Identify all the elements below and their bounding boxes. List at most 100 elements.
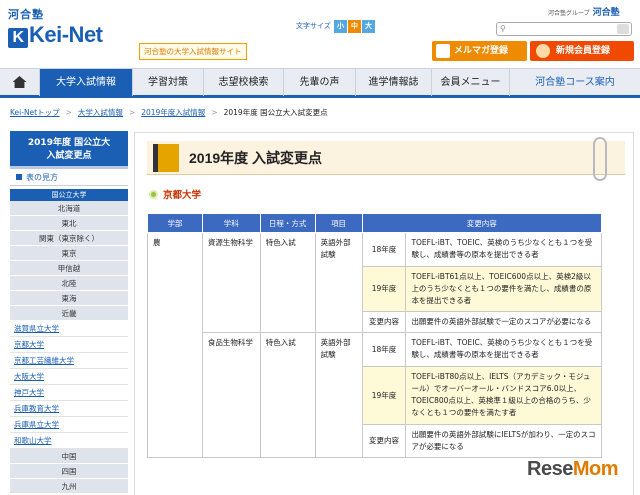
change-text-cell: TOEFL-iBT、TOEIC、英検のうち少なくとも１つを受験し、成績書等の原本…: [405, 232, 602, 267]
year-label-cell: 19年度: [361, 366, 407, 425]
change-text-cell: TOEFL-iBT、TOEIC、英検のうち少なくとも１つを受験し、成績書等の原本…: [405, 332, 602, 367]
year-label-cell: 18年度: [361, 232, 407, 267]
site-logo[interactable]: K Kei-Net: [8, 22, 103, 48]
nav-item-course-guide[interactable]: 河合塾コース案内: [510, 69, 640, 96]
nav-home[interactable]: [0, 69, 40, 96]
page-title: 2019年度 入試変更点: [189, 150, 323, 166]
watermark-part2: Mom: [572, 458, 619, 480]
year-label-cell: 変更内容: [361, 424, 407, 458]
sidebar-region[interactable]: 四国: [10, 464, 128, 479]
sidebar-region[interactable]: 東海: [10, 291, 128, 306]
item-cell: 英語外部試験: [314, 332, 363, 458]
nav-item-admissions[interactable]: 大学入試情報: [40, 69, 133, 96]
font-size-large-button[interactable]: 大: [362, 20, 376, 33]
sidebar-region[interactable]: 甲信越: [10, 261, 128, 276]
sidebar-university-link[interactable]: 京都大学: [10, 337, 128, 353]
notebook-icon: [153, 144, 179, 172]
sidebar-university-link[interactable]: 大阪大学: [10, 369, 128, 385]
search-button[interactable]: [617, 24, 629, 34]
faculty-cell: 農: [147, 232, 203, 458]
nav-item-school-search[interactable]: 志望校検索: [204, 69, 284, 96]
site-header: 河合塾 K Kei-Net 河合塾の大学入試情報サイト 文字サイズ 小中大 河合塾…: [0, 0, 640, 68]
change-text-cell: 出願要件の英語外部試験にIELTSが加わり、一定のスコアが必要になる: [405, 424, 602, 458]
sidebar-university-link[interactable]: 京都工芸繊維大学: [10, 353, 128, 369]
paperclip-icon: [593, 137, 607, 181]
breadcrumb-link-admissions[interactable]: 大学入試情報: [78, 108, 123, 117]
group-label: 河合塾グループ: [548, 10, 590, 17]
logo-mark-icon: K: [8, 28, 28, 48]
user-icon: [536, 44, 550, 58]
group-brand: 河合塾: [592, 8, 620, 18]
font-size-switcher: 文字サイズ 小中大: [296, 20, 376, 33]
font-size-small-button[interactable]: 小: [334, 20, 348, 33]
sidebar-region[interactable]: 九州: [10, 479, 128, 494]
breadcrumb-separator: >: [65, 108, 72, 117]
mail-button-label: メルマガ登録: [454, 46, 509, 56]
sidebar-region[interactable]: 東京: [10, 246, 128, 261]
sidebar-university-link[interactable]: 神戸大学: [10, 385, 128, 401]
watermark-part1: Rese: [527, 458, 573, 480]
breadcrumb-current: 2019年度 国公立大入試変更点: [223, 108, 328, 117]
sidebar-title-line1: 2019年度 国公立大: [27, 138, 111, 148]
sidebar-university-link[interactable]: 滋賀県立大学: [10, 321, 128, 337]
table-row: 農 資源生物科学 特色入試 英語外部試験 18年度 TOEFL-iBT、TOEI…: [147, 232, 602, 458]
change-text-cell: TOEFL-iBT61点以上、TOEIC600点以上、英検2級以上のうち少なくと…: [405, 266, 602, 312]
change-text-cell: 出願要件の英語外部試験で一定のスコアが必要になる: [405, 311, 602, 333]
sidebar-region[interactable]: 東北: [10, 216, 128, 231]
university-name: 京都大学: [163, 190, 202, 201]
sidebar-region[interactable]: 関東（東京除く）: [10, 231, 128, 246]
department-cell: 食品生物科学: [201, 332, 261, 458]
breadcrumb-separator: >: [128, 108, 136, 117]
table-header-row: 学部 学科 日程・方式 項目 変更内容: [147, 213, 603, 233]
schedule-cell: 特色入試: [259, 232, 316, 333]
department-cell: 資源生物科学: [201, 232, 261, 333]
sidebar-region[interactable]: 北海道: [10, 201, 128, 216]
sidebar-university-link[interactable]: 兵庫県立大学: [10, 417, 128, 433]
sidebar-region[interactable]: 近畿: [10, 306, 128, 321]
search-input[interactable]: ⚲: [496, 22, 632, 36]
home-icon: [12, 76, 27, 88]
sidebar-university-link[interactable]: 兵庫教育大学: [10, 401, 128, 417]
changes-table: 学部 学科 日程・方式 項目 変更内容 農 資源生物科学 特色入試 英語外部試験…: [147, 213, 603, 458]
resemom-watermark: ReseMom: [527, 458, 618, 481]
sidebar-category: 国公立大学: [10, 189, 128, 201]
search-icon: ⚲: [500, 24, 506, 33]
sidebar-how-to-link[interactable]: 表の見方: [10, 169, 128, 186]
nav-item-magazine[interactable]: 進学情報誌: [356, 69, 432, 96]
register-button[interactable]: 新規会員登録: [530, 41, 634, 61]
sidebar-title-line2: 入試変更点: [46, 151, 92, 161]
breadcrumb-link-2019[interactable]: 2019年度入試情報: [141, 108, 205, 117]
group-link[interactable]: 河合塾グループ 河合塾: [548, 5, 620, 18]
sidebar-region[interactable]: 中国: [10, 449, 128, 464]
table-header: 学部: [147, 213, 203, 233]
sidebar-region[interactable]: 北陸: [10, 276, 128, 291]
mail-icon: [436, 44, 450, 58]
table-header: 変更内容: [361, 213, 603, 233]
nav-item-senior-voice[interactable]: 先輩の声: [284, 69, 356, 96]
site-tagline: 河合塾の大学入試情報サイト: [139, 43, 247, 60]
nav-item-member-menu[interactable]: 会員メニュー: [432, 69, 510, 96]
font-size-label: 文字サイズ: [296, 22, 331, 30]
register-button-label: 新規会員登録: [556, 46, 611, 56]
item-cell: 英語外部試験: [314, 232, 363, 333]
brand-name: Kei-Net: [29, 22, 103, 47]
sidebar-title: 2019年度 国公立大 入試変更点: [10, 131, 128, 169]
main-content: 2019年度 入試変更点 京都大学 学部 学科 日程・方式 項目 変更内容 農 …: [134, 132, 634, 495]
table-header: 学科: [201, 213, 261, 233]
page-title-bar: 2019年度 入試変更点: [147, 141, 625, 175]
table-row: 食品生物科学 特色入試 英語外部試験 18年度 TOEFL-iBT、TOEIC、…: [148, 332, 602, 458]
mail-magazine-button[interactable]: メルマガ登録: [432, 41, 527, 61]
year-label-cell: 変更内容: [361, 311, 407, 333]
year-label-cell: 19年度: [361, 266, 407, 312]
table-header: 項目: [314, 213, 363, 233]
year-label-cell: 18年度: [361, 332, 407, 367]
sidebar: 2019年度 国公立大 入試変更点 表の見方 国公立大学 北海道 東北 関東（東京…: [10, 131, 128, 494]
bullet-icon: [149, 190, 158, 199]
breadcrumb-link-top[interactable]: Kei-Netトップ: [10, 108, 60, 117]
font-size-medium-button[interactable]: 中: [348, 20, 362, 33]
sidebar-university-link[interactable]: 和歌山大学: [10, 433, 128, 449]
sidebar-how-to-label: 表の見方: [26, 173, 58, 182]
table-header: 日程・方式: [259, 213, 316, 233]
breadcrumb: Kei-Netトップ > 大学入試情報 >2019年度入試情報 >2019年度 国公立大…: [10, 107, 328, 118]
nav-item-study[interactable]: 学習対策: [133, 69, 204, 96]
